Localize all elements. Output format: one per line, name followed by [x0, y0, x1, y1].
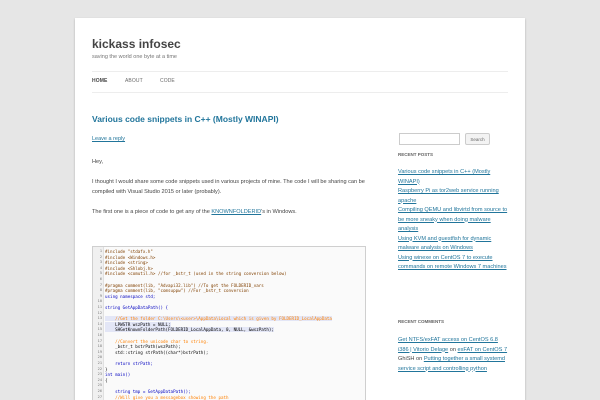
post-greeting: Hey,: [92, 159, 104, 165]
page-container: kickass infosec saving the world one byt…: [75, 18, 525, 400]
code-line: LPWSTR wszPath = NULL;: [105, 321, 171, 327]
list-item: Get NTFS/exFAT access on CentOS 6.8 i386…: [398, 336, 510, 355]
recent-post-link[interactable]: Compiling QEMU and libvirtd from source …: [398, 207, 507, 232]
code-line: //Will give you a messagebox showing the…: [105, 394, 229, 400]
line-number: 20: [97, 355, 102, 360]
code-line: #include <string>: [105, 260, 148, 266]
line-number: 4: [99, 265, 102, 270]
line-number: 2: [99, 254, 102, 259]
code-line: int main(): [105, 372, 131, 378]
line-number: 11: [97, 305, 102, 309]
nav-item-code[interactable]: CODE: [160, 78, 175, 84]
line-number: 7: [99, 282, 102, 287]
code-line: #pragma comment(lib, "comsuppw") //For _…: [105, 288, 249, 294]
line-number: 9: [99, 293, 102, 298]
line-number: 16: [97, 333, 102, 337]
recent-posts-list: Various code snippets in C++ (Mostly WIN…: [398, 168, 510, 273]
main-nav: HOME ABOUT CODE: [92, 71, 508, 93]
post-intro: I thought I would share some code snippe…: [92, 179, 365, 195]
site-title[interactable]: kickass infosec: [92, 37, 181, 51]
line-number: 12: [97, 310, 102, 315]
line-number: 10: [97, 299, 102, 304]
line-number: 21: [97, 361, 102, 365]
line-number: 19: [97, 349, 102, 354]
code-line: string GetAppDataPath() {: [105, 305, 169, 310]
code-line: }: [105, 366, 108, 372]
comment-post-link[interactable]: exFAT on CentOS 7: [458, 347, 508, 353]
first-prefix: The first one is a piece of code to get …: [92, 209, 212, 215]
recent-post-link[interactable]: Raspberry Pi as tor2web service running …: [398, 188, 499, 204]
code-line: #pragma comment(lib, "Advapi32.lib") //T…: [105, 282, 264, 288]
code-line: //Convert the unicode char to string.: [105, 338, 209, 344]
line-number: 24: [97, 377, 102, 382]
post-first-paragraph: The first one is a piece of code to get …: [92, 207, 367, 217]
line-number: 3: [99, 260, 102, 265]
code-line: _bstr_t bstrPath(wszPath);: [105, 344, 181, 350]
recent-post-link[interactable]: Using winexe on CentOS 7 to execute comm…: [398, 255, 507, 271]
code-block[interactable]: 1 #include "stdafx.h" 2 #include <Windows.h…: [92, 246, 366, 400]
list-item: Using KVM and guestfish for dynamic malw…: [398, 235, 510, 254]
nav-item-about[interactable]: ABOUT: [125, 78, 143, 84]
code-line: using namespace std;: [105, 293, 156, 299]
search-button[interactable]: Search: [465, 133, 490, 145]
code-line: #include "stdafx.h": [105, 249, 153, 254]
knownfolderid-link[interactable]: KNOWNFOLDERID: [211, 209, 261, 215]
line-number: 18: [97, 344, 102, 349]
line-number: 26: [97, 389, 102, 393]
post-title[interactable]: Various code snippets in C++ (Mostly WIN…: [92, 114, 279, 124]
code-line: std::string strPath((char*)bstrPath);: [105, 349, 209, 355]
list-item: Using winexe on CentOS 7 to execute comm…: [398, 254, 510, 273]
nav-item-home[interactable]: HOME: [92, 78, 107, 84]
comment-on-text: on: [448, 346, 458, 353]
site-description: saving the world one byte at a time: [92, 54, 177, 60]
comment-author: GhiSH: [398, 356, 415, 362]
line-number: 27: [97, 394, 102, 399]
code-line: {: [105, 377, 108, 383]
list-item: Compiling QEMU and libvirtd from source …: [398, 206, 510, 235]
line-number: 13: [97, 316, 102, 321]
list-item: GhiSH on Putting together a small system…: [398, 355, 510, 374]
recent-post-link[interactable]: Various code snippets in C++ (Mostly WIN…: [398, 169, 490, 185]
code-line: SHGetKnownFolderPath(FOLDERID_LocalAppDa…: [105, 327, 274, 333]
recent-post-link[interactable]: Using KVM and guestfish for dynamic malw…: [398, 236, 491, 252]
search-input[interactable]: [399, 133, 460, 145]
line-number: 8: [99, 288, 102, 293]
code-line: return strPath;: [105, 361, 153, 366]
code-line: string tmp = GetAppDataPath();: [105, 389, 191, 394]
line-number: 15: [97, 327, 102, 332]
code-line: #include <Shlobj.h>: [105, 265, 153, 271]
comment-on-text: on: [414, 356, 424, 362]
line-number: 1: [99, 249, 102, 253]
list-item: Various code snippets in C++ (Mostly WIN…: [398, 168, 510, 187]
list-item: Raspberry Pi as tor2web service running …: [398, 187, 510, 206]
code-line: //Get the folder C:\Users\<user>\AppData…: [105, 316, 332, 322]
code-line: #include <Windows.h>: [105, 254, 156, 260]
recent-comments-title: RECENT COMMENTS: [398, 319, 444, 324]
line-number: 17: [97, 338, 102, 343]
line-number: 22: [97, 366, 102, 371]
first-suffix: 's in Windows.: [261, 209, 297, 215]
leave-reply-link[interactable]: Leave a reply: [92, 136, 125, 142]
line-number: 6: [99, 277, 102, 281]
code-line: #include <comutil.h> //for _bstr_t (used…: [105, 271, 287, 277]
recent-comments-list: Get NTFS/exFAT access on CentOS 6.8 i386…: [398, 336, 510, 374]
line-number: 5: [99, 271, 102, 276]
line-number: 25: [97, 383, 102, 388]
recent-posts-title: RECENT POSTS: [398, 152, 434, 157]
line-number: 14: [97, 321, 102, 326]
line-number: 23: [97, 372, 102, 377]
